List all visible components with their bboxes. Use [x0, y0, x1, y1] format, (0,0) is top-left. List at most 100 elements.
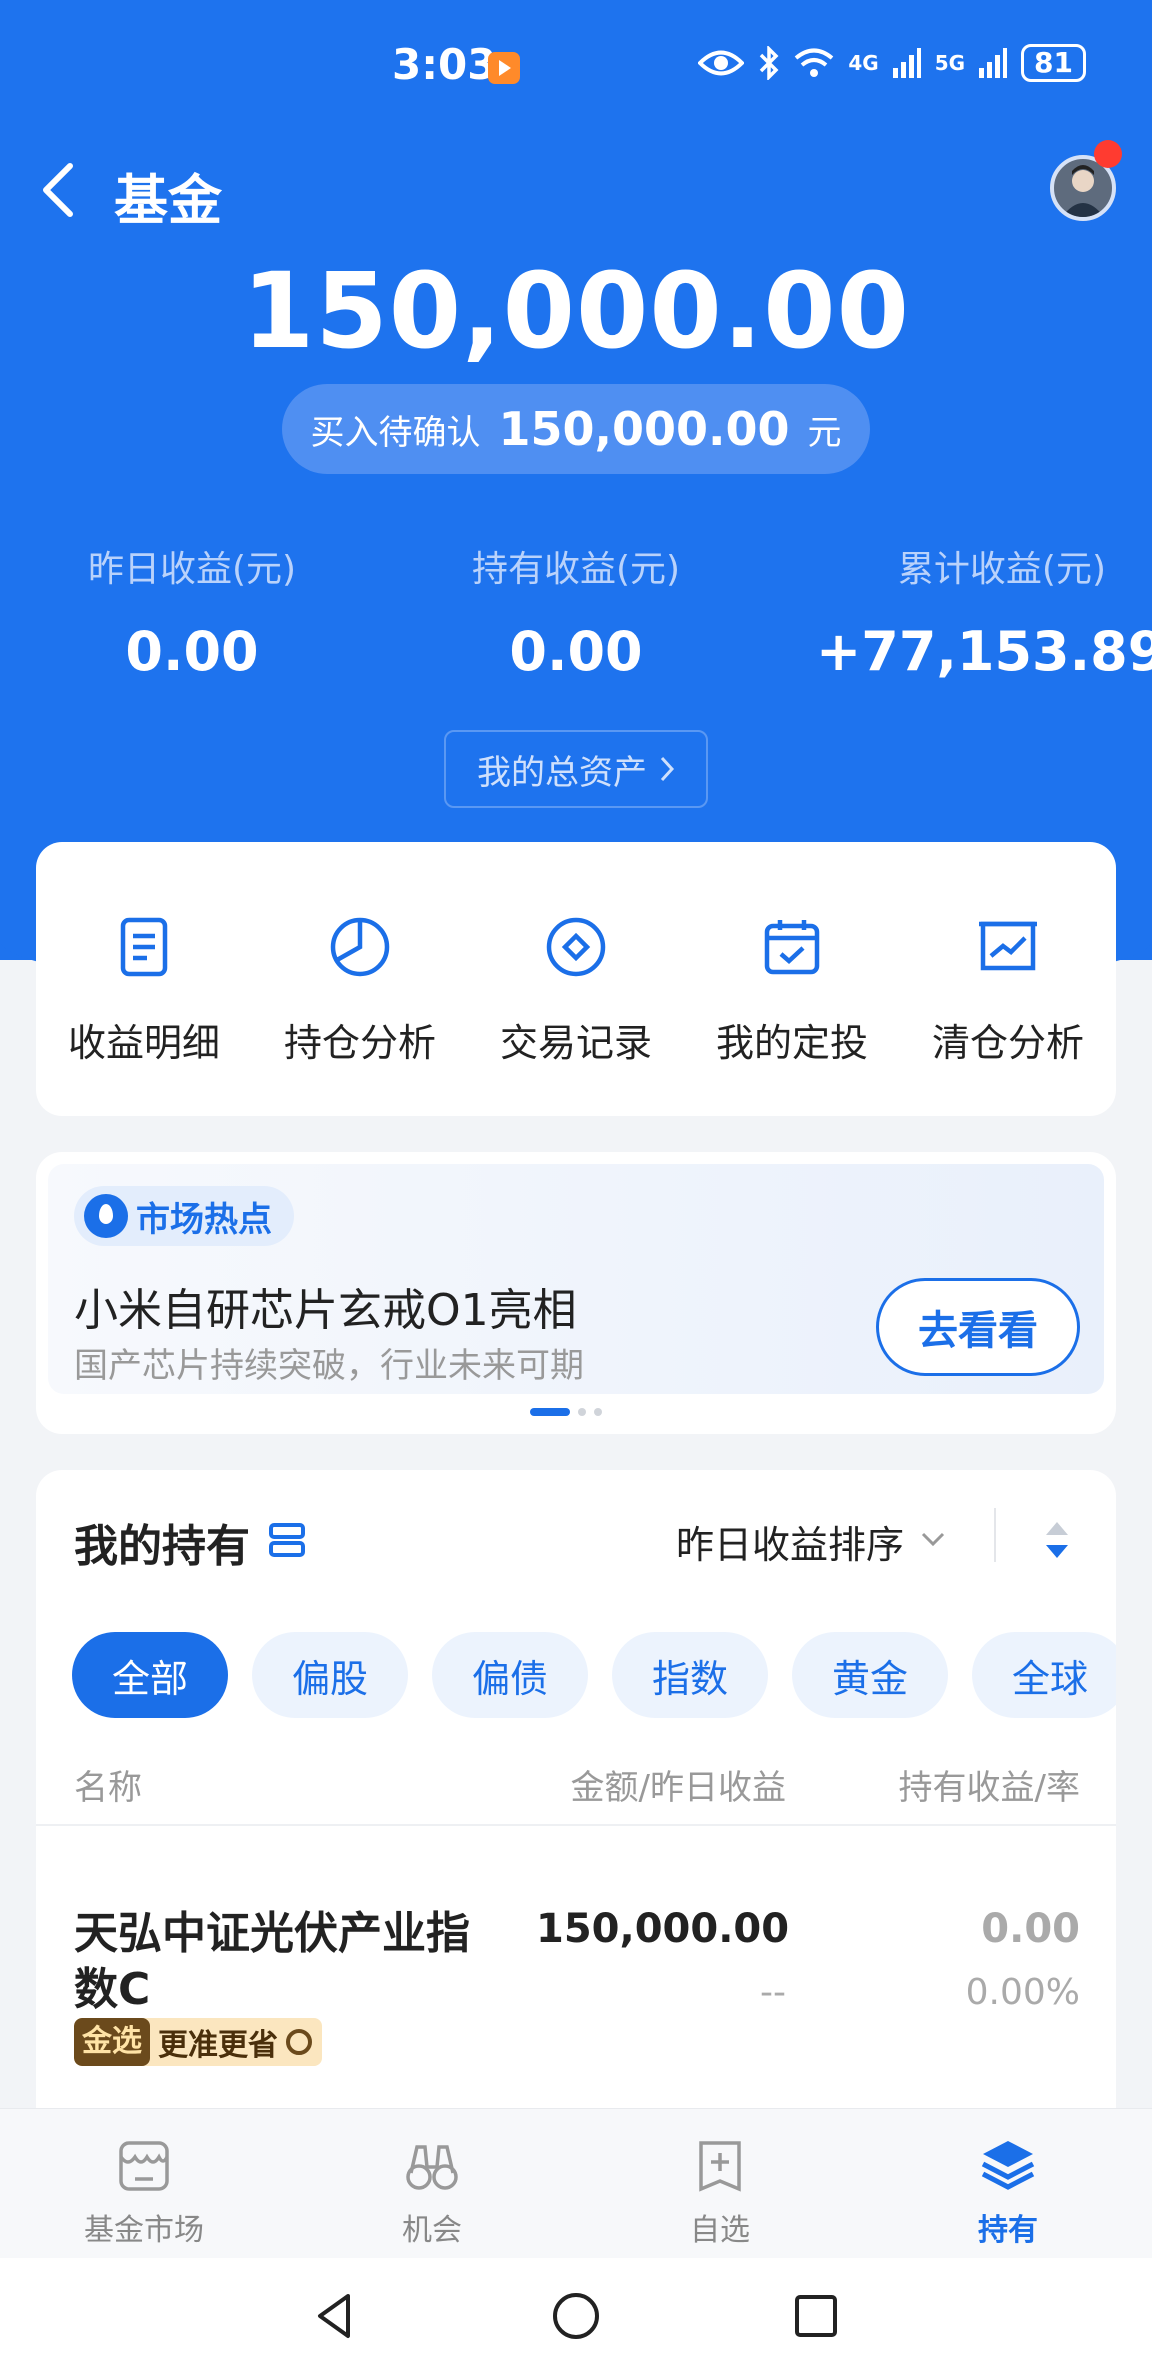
- fund-profit-rate: 0.00%: [965, 1972, 1080, 2013]
- total-amount: 150,000.00: [242, 250, 910, 372]
- column-header-amount: 金额/昨日收益: [570, 1768, 786, 1808]
- stat-value: 0.00: [509, 620, 643, 683]
- pending-unit: 元: [807, 412, 842, 453]
- go-see-button[interactable]: 去看看: [876, 1278, 1080, 1376]
- target-icon: [286, 2029, 312, 2055]
- filter-chip-bond[interactable]: 偏债: [432, 1632, 588, 1718]
- quick-entry-label: 我的定投: [715, 1021, 868, 1065]
- notification-dot: [1094, 140, 1122, 168]
- hotspot-tag: 市场热点: [74, 1186, 294, 1246]
- column-header-profit: 持有收益/率: [898, 1768, 1080, 1808]
- filter-chip-equity[interactable]: 偏股: [252, 1632, 408, 1718]
- status-bar: 3:03 4G 5G 81: [0, 0, 1152, 135]
- list-toggle-icon[interactable]: [268, 1522, 306, 1558]
- hotspot-tag-label: 市场热点: [136, 1199, 272, 1240]
- filter-chips: 全部 偏股 偏债 指数 黄金 全球: [72, 1632, 1116, 1718]
- holdings-title: 我的持有: [74, 1521, 250, 1572]
- tab-watchlist[interactable]: 自选: [576, 2109, 864, 2258]
- quick-entry-label: 交易记录: [499, 1021, 652, 1065]
- pie-chart-icon: [330, 917, 390, 977]
- status-time: 3:03: [392, 40, 497, 89]
- total-assets-label: 我的总资产: [477, 752, 647, 793]
- tab-label: 持有: [978, 2213, 1038, 2248]
- tab-label: 基金市场: [84, 2213, 204, 2248]
- stat-value: +77,153.89: [816, 620, 1152, 683]
- stat-label: 持有收益(元): [471, 549, 681, 590]
- pending-confirmation-pill[interactable]: 买入待确认 150,000.00 元: [282, 384, 870, 474]
- binoculars-icon: [406, 2145, 458, 2190]
- divider: [36, 1824, 1116, 1826]
- quick-entry-transactions[interactable]: 交易记录: [476, 912, 676, 1116]
- tab-label: 机会: [402, 2213, 462, 2248]
- bluetooth-icon: [760, 46, 779, 80]
- back-arrow-icon[interactable]: [36, 160, 80, 220]
- stat-label: 累计收益(元): [897, 549, 1106, 590]
- quick-entry-profit-detail[interactable]: 收益明细: [44, 912, 244, 1116]
- divider: [994, 1508, 996, 1562]
- tab-fund-market[interactable]: 基金市场: [0, 2109, 288, 2258]
- tab-label: 自选: [690, 2213, 750, 2248]
- stat-label: 昨日收益(元): [87, 549, 297, 590]
- fire-drop-icon: [84, 1194, 128, 1238]
- quick-entries-card: 收益明细 持仓分析 交易记录 我的定投 清仓分析: [36, 842, 1116, 1116]
- hotspot-subtitle: 国产芯片持续突破，行业未来可期: [74, 1346, 584, 1386]
- user-silhouette-icon: [1062, 165, 1104, 217]
- tab-opportunity[interactable]: 机会: [288, 2109, 576, 2258]
- diamond-circle-icon: [546, 917, 606, 977]
- carousel-dot-active: [530, 1408, 570, 1416]
- quick-entry-label: 收益明细: [67, 1021, 220, 1065]
- quick-entry-clearance-analysis[interactable]: 清仓分析: [908, 912, 1108, 1116]
- nav-back-triangle-icon[interactable]: [308, 2288, 364, 2344]
- quick-entry-label: 持仓分析: [283, 1021, 436, 1065]
- column-header-name: 名称: [74, 1768, 142, 1808]
- badge-text: 更准更省: [158, 2028, 278, 2063]
- stat-cumulative-profit: 累计收益(元) +77,153.89: [816, 540, 1152, 683]
- sort-selector[interactable]: 昨日收益排序: [676, 1514, 904, 1569]
- signal-icon: [979, 48, 1008, 78]
- wifi-icon: [795, 48, 834, 77]
- battery-indicator: 81: [1021, 44, 1086, 82]
- fund-yesterday-profit: --: [760, 1972, 786, 2013]
- filter-chip-all[interactable]: 全部: [72, 1632, 228, 1718]
- fund-amount: 150,000.00: [536, 1906, 790, 1952]
- stat-holding-profit: 持有收益(元) 0.00: [464, 540, 688, 683]
- tab-holdings[interactable]: 持有: [864, 2109, 1152, 2258]
- trend-chart-icon: [979, 921, 1037, 971]
- carousel-indicator: [530, 1408, 602, 1416]
- calendar-check-icon: [764, 920, 820, 975]
- quick-entry-auto-invest[interactable]: 我的定投: [692, 912, 892, 1116]
- quick-entry-position-analysis[interactable]: 持仓分析: [260, 912, 460, 1116]
- filter-chip-gold[interactable]: 黄金: [792, 1632, 948, 1718]
- hotspot-title: 小米自研芯片玄戒O1亮相: [74, 1285, 577, 1336]
- page-title: 基金: [114, 169, 222, 232]
- bottom-tab-bar: 基金市场 机会 自选 持有: [0, 2108, 1152, 2258]
- nav-home-circle-icon[interactable]: [548, 2288, 604, 2344]
- layers-icon: [981, 2141, 1035, 2190]
- store-icon: [119, 2141, 169, 2191]
- nav-recents-square-icon[interactable]: [788, 2288, 844, 2344]
- network-5g-label: 5G: [934, 51, 966, 75]
- system-navigation-bar: [0, 2258, 1152, 2376]
- fund-holding-profit: 0.00: [981, 1906, 1080, 1952]
- document-icon: [120, 917, 168, 977]
- network-4g-label: 4G: [848, 51, 879, 75]
- fund-name: 天弘中证光伏产业指数C: [74, 1908, 470, 2015]
- badge-key: 金选: [74, 2018, 150, 2066]
- pending-label: 买入待确认: [310, 412, 481, 453]
- filter-chip-index[interactable]: 指数: [612, 1632, 768, 1718]
- add-watchlist-icon: [699, 2141, 741, 2192]
- stat-yesterday-profit: 昨日收益(元) 0.00: [80, 540, 304, 683]
- stat-value: 0.00: [125, 620, 259, 683]
- eye-icon: [698, 50, 745, 76]
- notification-app-icon: [488, 52, 520, 84]
- market-hotspot-card[interactable]: 市场热点 小米自研芯片玄戒O1亮相 国产芯片持续突破，行业未来可期 去看看: [36, 1152, 1116, 1434]
- chevron-down-icon[interactable]: [920, 1526, 946, 1552]
- status-icons: 4G 5G 81: [698, 44, 1086, 82]
- signal-icon: [892, 48, 921, 78]
- total-assets-button[interactable]: 我的总资产: [444, 730, 708, 808]
- carousel-dot: [594, 1408, 602, 1416]
- chevron-right-icon: [660, 756, 675, 782]
- fund-badge: 金选 更准更省: [74, 2018, 322, 2066]
- filter-chip-global[interactable]: 全球: [972, 1632, 1116, 1718]
- sort-order-icon[interactable]: [1042, 1518, 1072, 1562]
